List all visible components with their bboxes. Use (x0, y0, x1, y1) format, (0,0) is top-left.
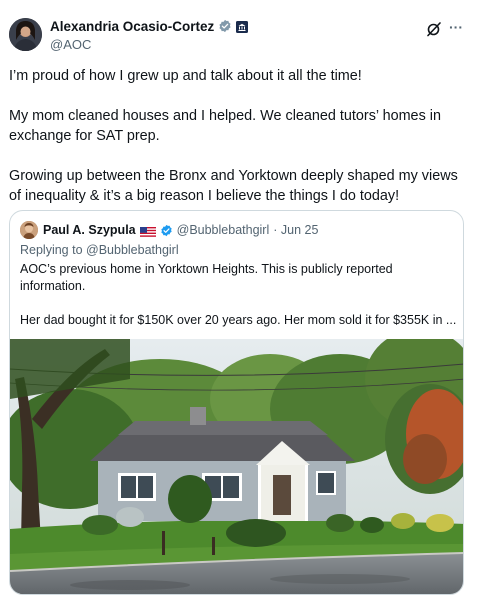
quoted-author-name[interactable]: Paul A. Szypula (43, 223, 136, 237)
us-flag-icon (139, 225, 156, 238)
post-card: Alexandria Ocasio-Cortez @AOC ··· I’m pr… (0, 0, 478, 605)
quoted-paragraph: Her dad bought it for $150K over 20 year… (20, 313, 457, 327)
post-text: I’m proud of how I grew up and talk abou… (9, 66, 471, 226)
post-paragraph: Growing up between the Bronx and Yorktow… (9, 168, 458, 204)
author-name-row: Alexandria Ocasio-Cortez (50, 17, 249, 35)
government-badge-icon (236, 20, 249, 33)
verified-badge-icon (160, 224, 173, 237)
quoted-paragraph: AOC’s previous home in Yorktown Heights.… (20, 262, 393, 293)
quoted-author-avatar[interactable] (20, 221, 38, 239)
author-name[interactable]: Alexandria Ocasio-Cortez (50, 19, 214, 34)
quoted-author-handle[interactable]: @Bubblebathgirl (177, 223, 270, 237)
author-avatar[interactable] (9, 18, 42, 51)
author-handle[interactable]: @AOC (50, 37, 91, 52)
quoted-name-row: Paul A. Szypula @Bubblebathgirl · Jun 25 (43, 221, 318, 239)
house-photo[interactable] (10, 329, 463, 594)
post-paragraph: My mom cleaned houses and I helped. We c… (9, 108, 441, 144)
verified-badge-icon (218, 19, 232, 33)
quoted-post[interactable]: Paul A. Szypula @Bubblebathgirl · Jun 25… (9, 210, 464, 595)
grok-icon[interactable] (426, 21, 442, 37)
post-paragraph: I’m proud of how I grew up and talk abou… (9, 68, 362, 84)
replying-to: Replying to @Bubblebathgirl (20, 243, 179, 257)
quoted-text: AOC’s previous home in Yorktown Heights.… (20, 261, 457, 346)
quoted-date[interactable]: · Jun 25 (273, 223, 318, 237)
more-icon[interactable]: ··· (449, 20, 463, 34)
